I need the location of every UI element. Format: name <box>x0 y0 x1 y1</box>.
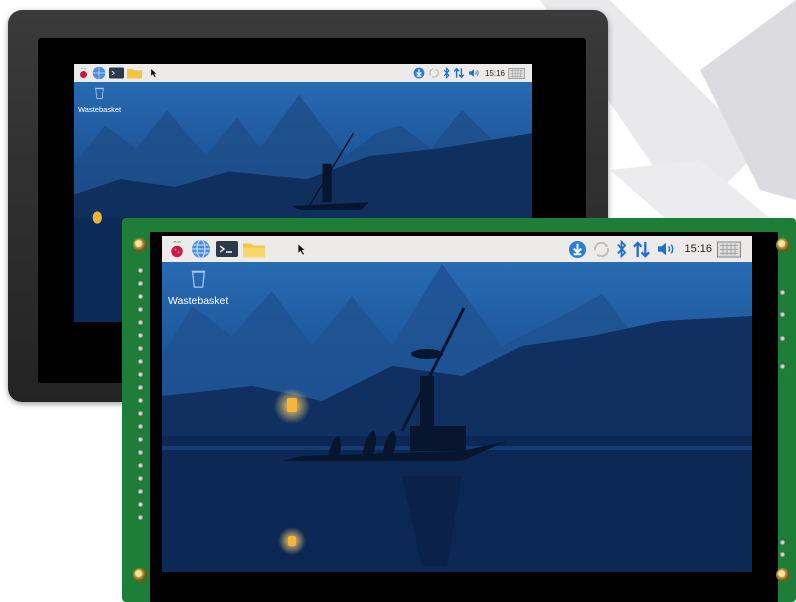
wastebasket-desktop-icon[interactable]: Wastebasket <box>78 86 121 114</box>
desktop-wallpaper <box>162 236 752 572</box>
raspberry-menu-icon[interactable] <box>78 67 89 79</box>
folder-icon[interactable] <box>243 241 265 258</box>
terminal-icon[interactable] <box>216 241 238 257</box>
network-arrows-icon[interactable] <box>632 240 651 259</box>
mount-hole-bottom-left <box>133 568 147 582</box>
keyboard-icon[interactable] <box>717 241 741 258</box>
volume-icon[interactable] <box>656 241 676 257</box>
mouse-cursor-icon <box>151 69 157 77</box>
trash-icon <box>94 86 105 104</box>
bluetooth-icon[interactable] <box>616 240 627 258</box>
sync-icon[interactable] <box>428 67 440 79</box>
bluetooth-icon[interactable] <box>443 67 450 79</box>
trash-icon <box>190 268 207 293</box>
volume-icon[interactable] <box>468 68 480 78</box>
taskbar-clock[interactable]: 15:16 <box>485 69 505 78</box>
taskbar-clock[interactable]: 15:16 <box>684 243 712 255</box>
folder-icon[interactable] <box>127 67 142 79</box>
mount-hole-top-left <box>133 238 147 252</box>
globe-icon[interactable] <box>92 66 106 80</box>
globe-icon[interactable] <box>191 239 211 259</box>
back-taskbar: 15:16 <box>74 64 532 82</box>
mount-hole-bottom-right <box>776 568 790 582</box>
wastebasket-label: Wastebasket <box>78 105 122 114</box>
front-screen: 15:16 Wastebasket <box>162 236 752 572</box>
wastebasket-desktop-icon[interactable]: Wastebasket <box>168 268 228 307</box>
download-icon[interactable] <box>413 67 425 79</box>
download-icon[interactable] <box>568 240 587 259</box>
sync-icon[interactable] <box>592 240 611 259</box>
front-taskbar: 15:16 <box>162 236 752 262</box>
terminal-icon[interactable] <box>109 67 124 79</box>
keyboard-icon[interactable] <box>508 67 525 79</box>
network-arrows-icon[interactable] <box>453 67 465 79</box>
mount-hole-top-right <box>776 238 790 252</box>
wastebasket-label: Wastebasket <box>168 295 229 307</box>
mouse-cursor-icon <box>298 243 306 255</box>
raspberry-menu-icon[interactable] <box>168 239 186 259</box>
